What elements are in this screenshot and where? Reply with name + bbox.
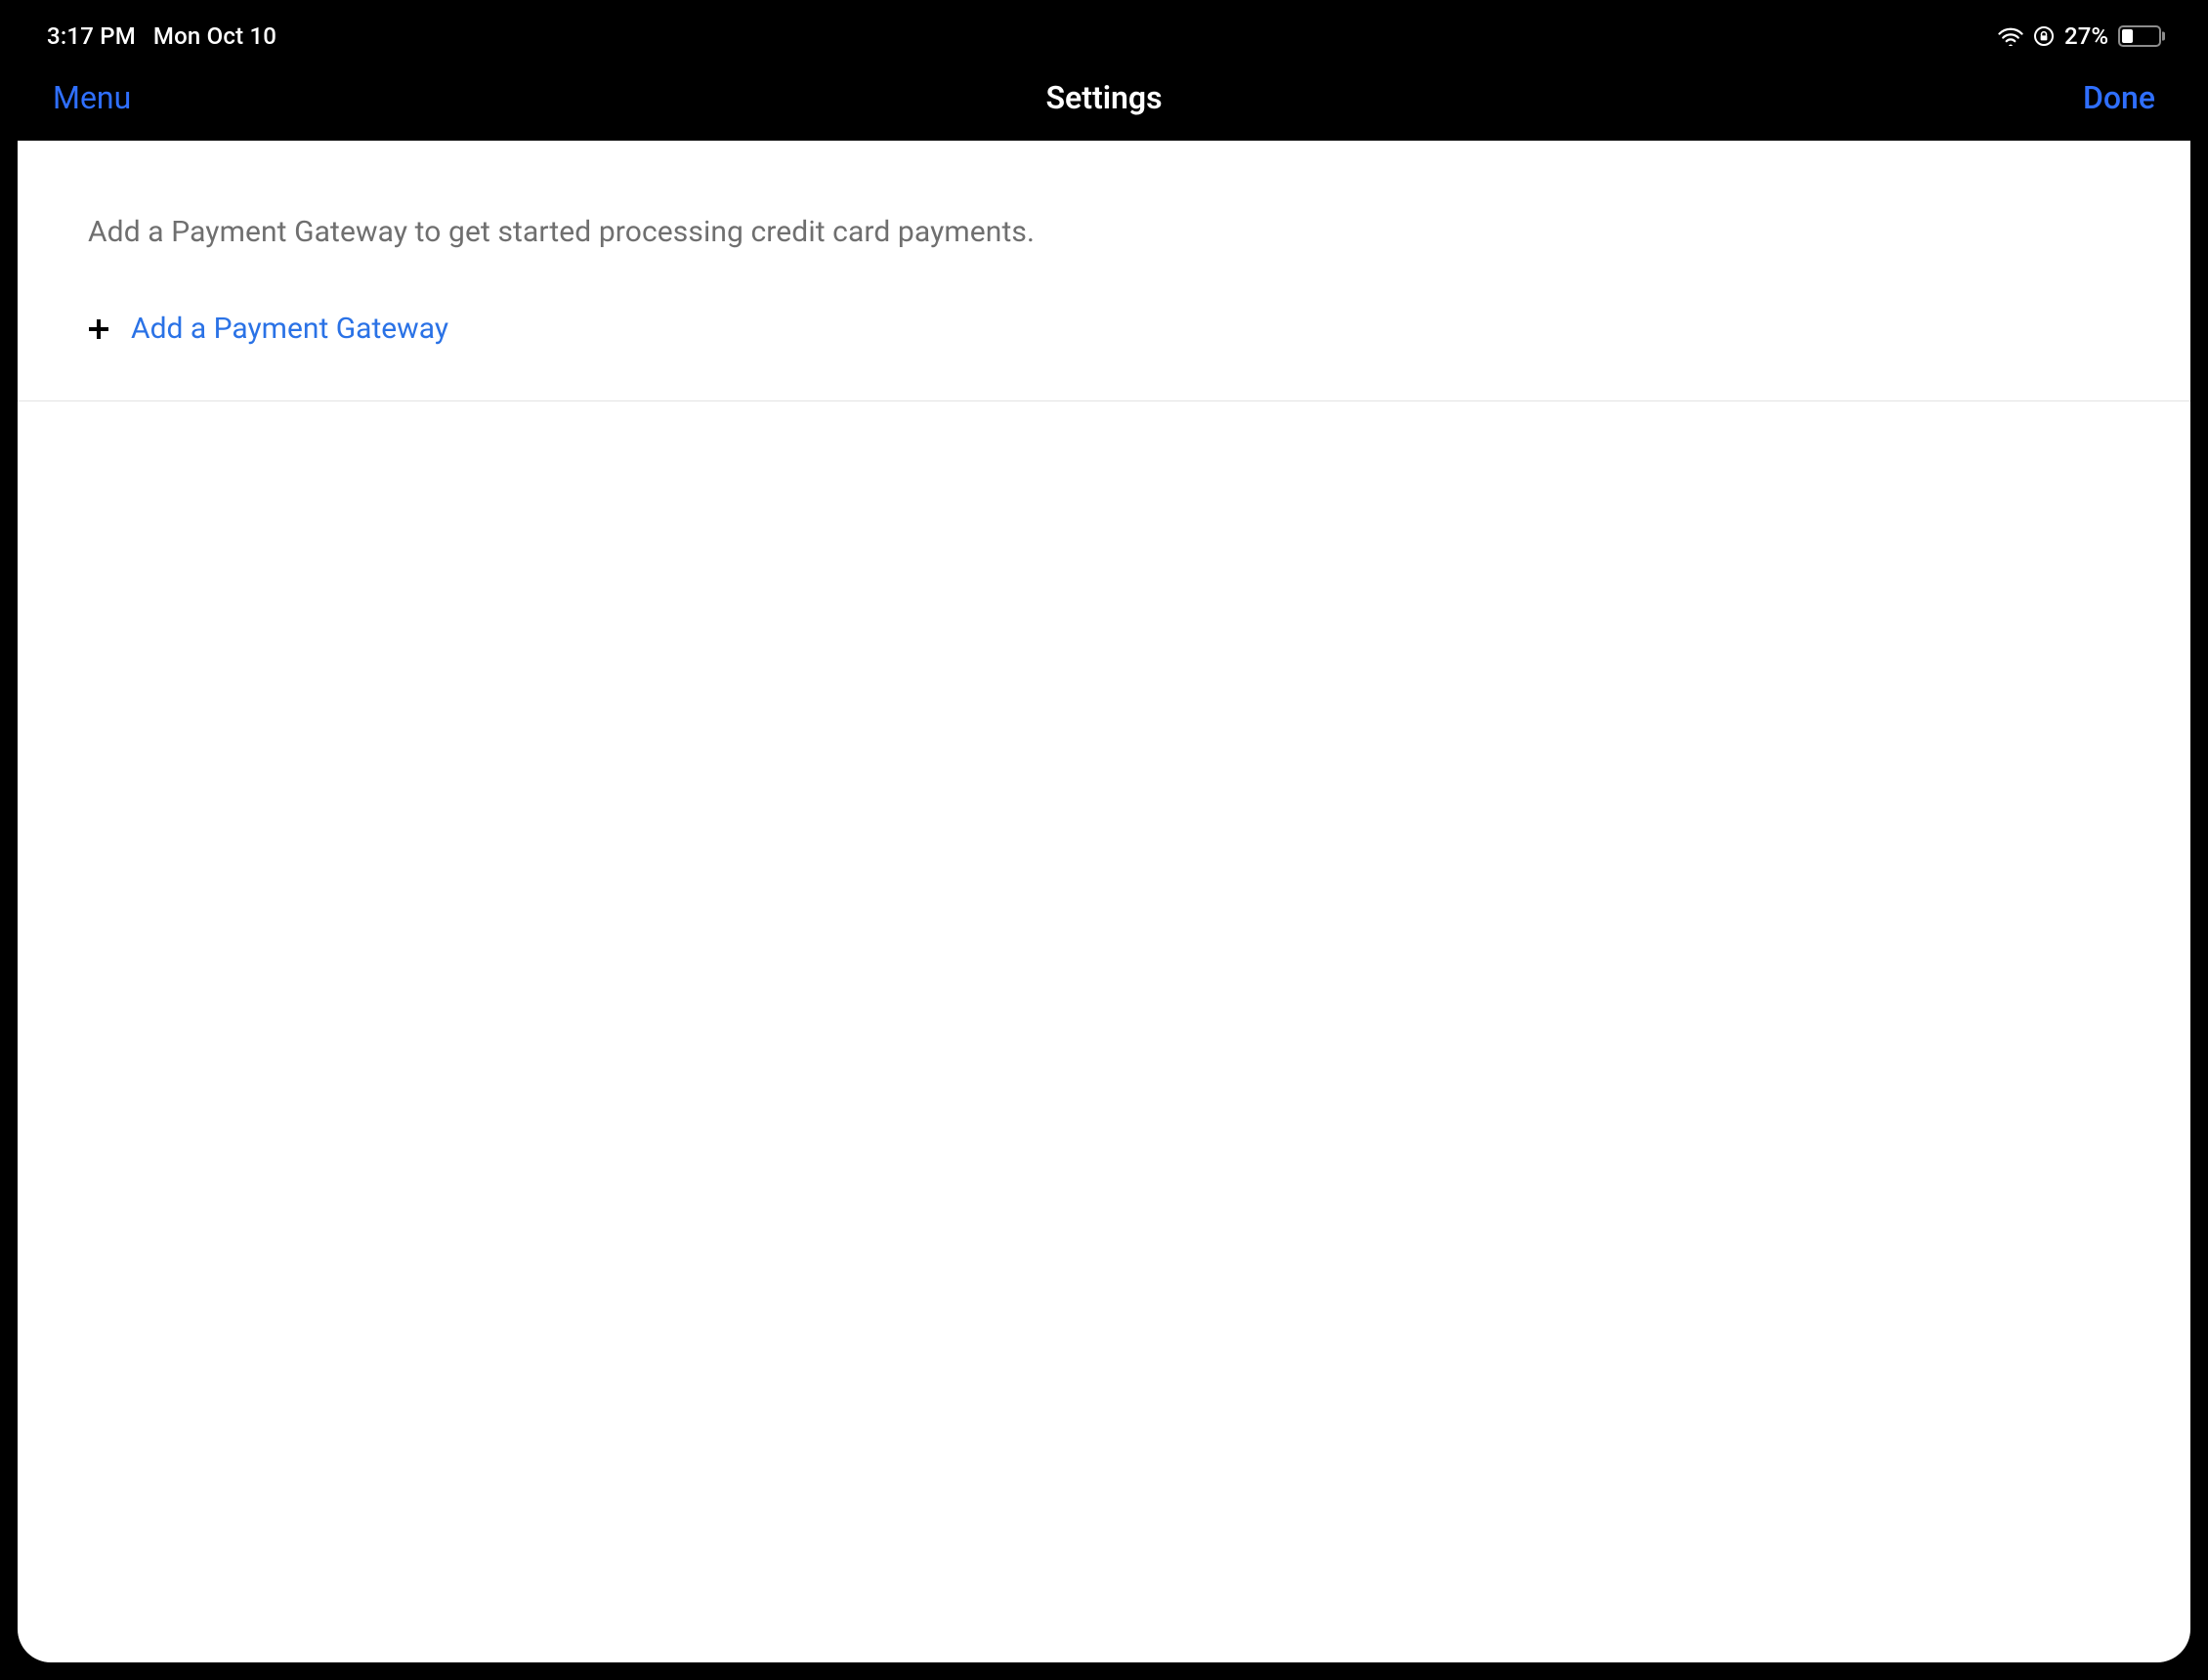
screen: 3:17 PM Mon Oct 10 bbox=[18, 18, 2190, 1662]
battery-icon bbox=[2118, 25, 2161, 47]
nav-bar: Menu Settings Done bbox=[18, 55, 2190, 141]
menu-button[interactable]: Menu bbox=[53, 79, 131, 116]
status-left: 3:17 PM Mon Oct 10 bbox=[47, 22, 276, 50]
status-right: 27% bbox=[1998, 22, 2161, 50]
device-frame: 3:17 PM Mon Oct 10 bbox=[0, 0, 2208, 1680]
page-title: Settings bbox=[1045, 79, 1162, 116]
add-payment-gateway-label: Add a Payment Gateway bbox=[131, 312, 448, 346]
content-area: Add a Payment Gateway to get started pro… bbox=[18, 141, 2190, 1662]
battery-percent: 27% bbox=[2064, 22, 2108, 50]
wifi-icon bbox=[1998, 26, 2023, 46]
plus-icon bbox=[88, 318, 109, 340]
instruction-text: Add a Payment Gateway to get started pro… bbox=[18, 141, 2190, 249]
add-payment-gateway-button[interactable]: Add a Payment Gateway bbox=[18, 249, 2190, 346]
status-date: Mon Oct 10 bbox=[153, 22, 276, 50]
done-button[interactable]: Done bbox=[2083, 79, 2155, 116]
status-bar: 3:17 PM Mon Oct 10 bbox=[18, 18, 2190, 55]
rotation-lock-icon bbox=[2033, 25, 2055, 47]
battery-fill bbox=[2122, 29, 2133, 43]
payment-gateway-section: Add a Payment Gateway to get started pro… bbox=[18, 141, 2190, 401]
status-time: 3:17 PM bbox=[47, 22, 136, 50]
